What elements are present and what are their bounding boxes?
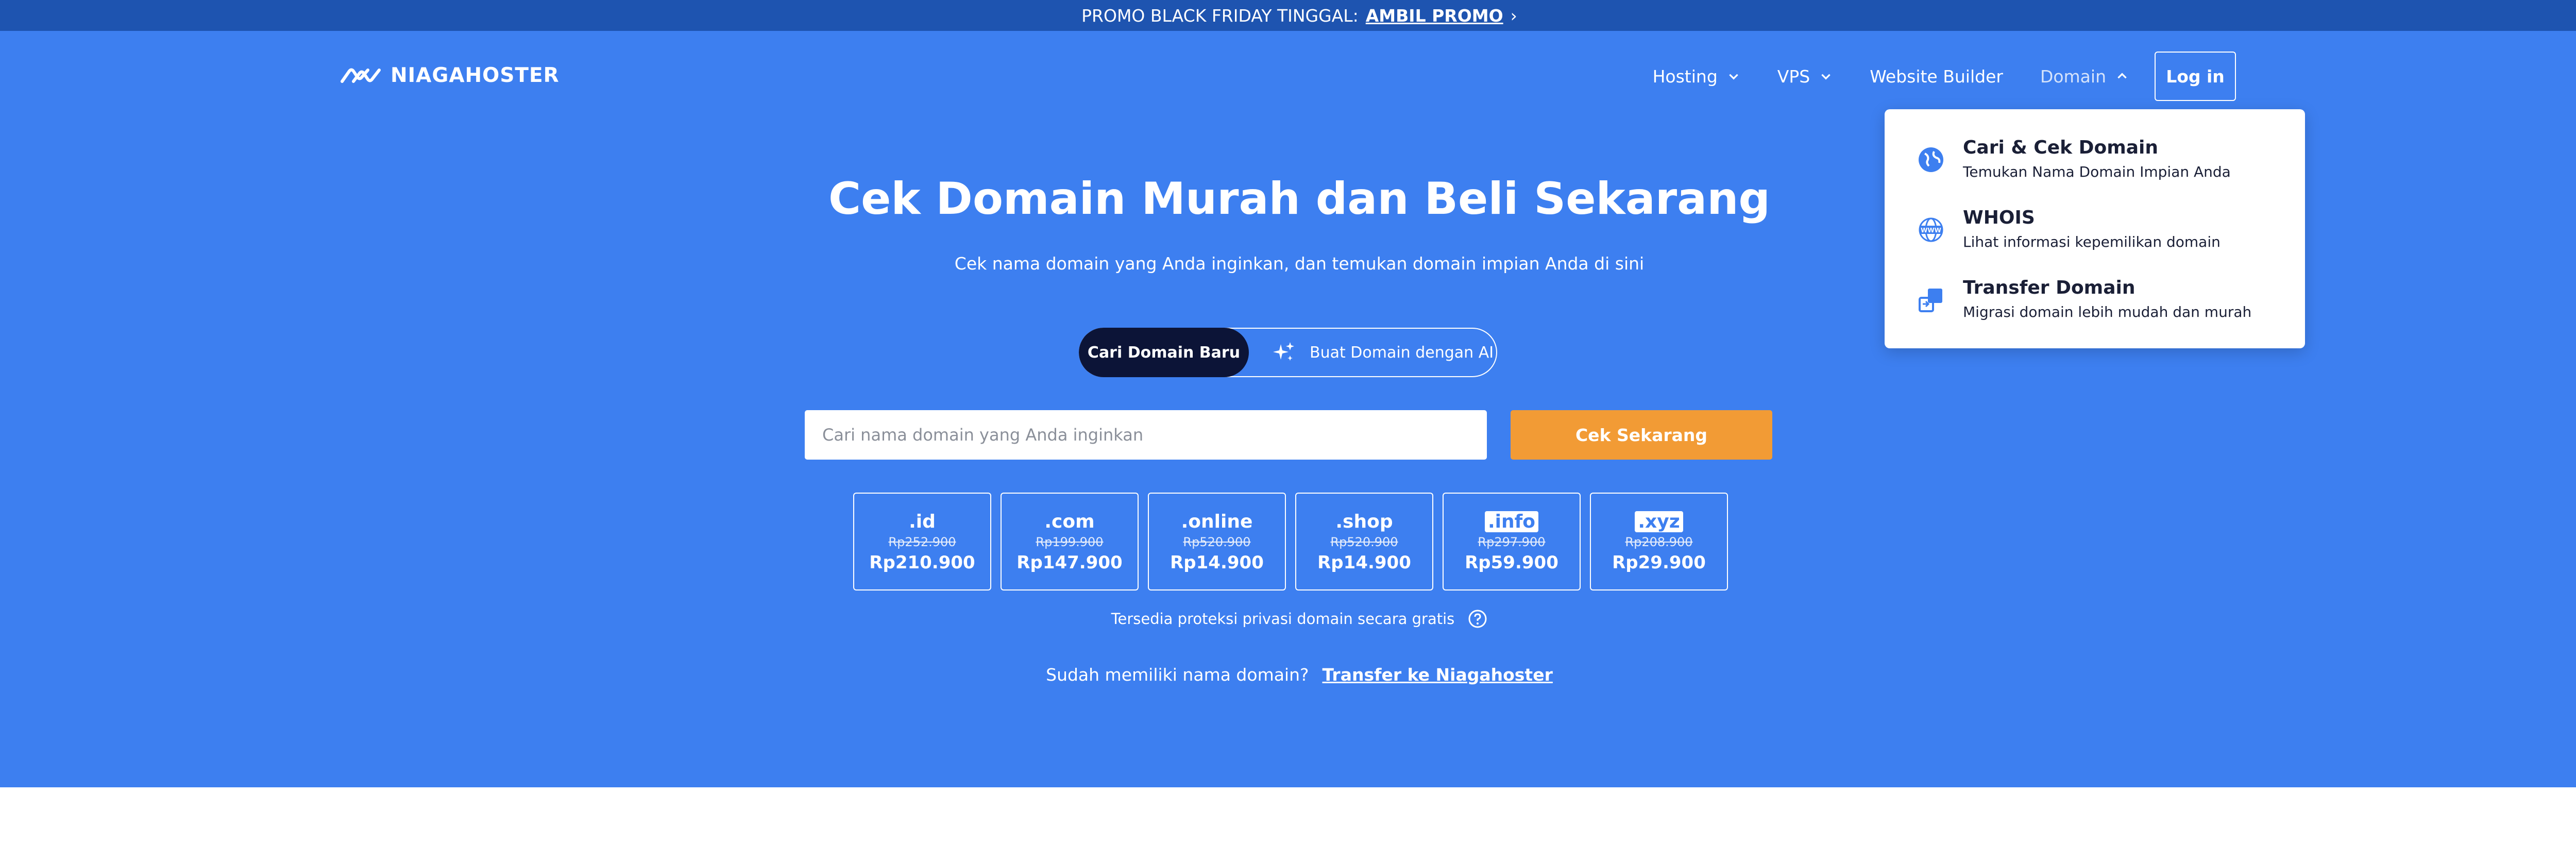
tld-card-info[interactable]: .info Rp297.900 Rp59.900: [1443, 493, 1581, 590]
tab-cari-domain-baru[interactable]: Cari Domain Baru: [1079, 328, 1249, 377]
tld-card-id[interactable]: .id Rp252.900 Rp210.900: [853, 493, 991, 590]
menu-item-transfer-domain[interactable]: Transfer Domain Migrasi domain lebih mud…: [1885, 274, 2305, 344]
tld-new-price: Rp147.900: [1016, 552, 1123, 573]
tld-card-xyz[interactable]: .xyz Rp208.900 Rp29.900: [1590, 493, 1728, 590]
chevron-right-icon[interactable]: ›: [1511, 6, 1517, 26]
niagahoster-logo-icon: [341, 68, 381, 83]
tld-name-text: .xyz: [1635, 511, 1683, 532]
logo[interactable]: NIAGAHOSTER: [340, 64, 560, 87]
promo-bar: PROMO BLACK FRIDAY TINGGAL: AMBIL PROMO …: [0, 0, 2576, 31]
nav-website-builder[interactable]: Website Builder: [1870, 66, 2003, 87]
tld-old-price: Rp520.900: [1330, 535, 1398, 549]
privacy-note: Tersedia proteksi privasi domain secara …: [0, 609, 2576, 629]
tld-card-online[interactable]: .online Rp520.900 Rp14.900: [1148, 493, 1286, 590]
domain-dropdown-menu: Cari & Cek Domain Temukan Nama Domain Im…: [1885, 109, 2305, 348]
tld-price-list: .id Rp252.900 Rp210.900 .com Rp199.900 R…: [853, 493, 1728, 590]
nav-label: Domain: [2040, 66, 2106, 87]
tld-name: .online: [1181, 511, 1253, 532]
help-icon[interactable]: [1468, 609, 1487, 629]
tld-old-price: Rp297.900: [1478, 535, 1546, 549]
main-nav: Hosting VPS Website Builder Domain Log i…: [1616, 52, 2236, 101]
svg-text:WWW: WWW: [1921, 227, 1941, 234]
nav-hosting[interactable]: Hosting: [1653, 66, 1740, 87]
chevron-down-icon: [1729, 74, 1738, 80]
tld-name: .shop: [1335, 511, 1393, 532]
tab-label: Buat Domain dengan AI: [1310, 343, 1494, 362]
cek-sekarang-button[interactable]: Cek Sekarang: [1511, 410, 1772, 460]
chevron-up-icon: [2117, 73, 2127, 79]
tld-name-text: .info: [1484, 511, 1539, 532]
nav-vps[interactable]: VPS: [1777, 66, 1833, 87]
tld-name: .com: [1044, 511, 1095, 532]
tld-old-price: Rp520.900: [1183, 535, 1251, 549]
tld-old-price: Rp208.900: [1625, 535, 1693, 549]
tld-card-shop[interactable]: .shop Rp520.900 Rp14.900: [1295, 493, 1433, 590]
tld-new-price: Rp14.900: [1317, 552, 1411, 573]
tld-name: .info: [1484, 510, 1539, 534]
page-title: Cek Domain Murah dan Beli Sekarang: [828, 173, 1770, 225]
tld-old-price: Rp199.900: [1036, 535, 1104, 549]
tld-card-com[interactable]: .com Rp199.900 Rp147.900: [1001, 493, 1139, 590]
nav-domain[interactable]: Domain: [2040, 66, 2129, 87]
transfer-note: Sudah memiliki nama domain? Transfer ke …: [0, 665, 2576, 685]
menu-item-desc: Migrasi domain lebih mudah dan murah: [1963, 303, 2252, 320]
logo-text: NIAGAHOSTER: [391, 64, 560, 87]
promo-link[interactable]: AMBIL PROMO: [1366, 6, 1503, 26]
tld-name: .id: [909, 511, 936, 532]
menu-item-title: Transfer Domain: [1963, 277, 2136, 298]
nav-label: Hosting: [1652, 66, 1718, 87]
search-mode-toggle: Cari Domain Baru Buat Domain dengan AI: [1079, 328, 1497, 377]
tld-name: .xyz: [1635, 510, 1683, 534]
menu-item-title: Cari & Cek Domain: [1963, 137, 2158, 158]
nav-label: Website Builder: [1870, 66, 2003, 87]
chevron-down-icon: [1821, 74, 1831, 80]
transfer-text: Sudah memiliki nama domain?: [1046, 665, 1309, 685]
sparkle-icon: [1273, 342, 1294, 361]
menu-item-desc: Lihat informasi kepemilikan domain: [1963, 233, 2221, 250]
tld-new-price: Rp210.900: [869, 552, 975, 573]
tld-old-price: Rp252.900: [888, 535, 956, 549]
domain-search-input[interactable]: [805, 410, 1487, 460]
transfer-icon: [1919, 289, 1942, 312]
page-subtitle: Cek nama domain yang Anda inginkan, dan …: [954, 254, 1645, 274]
tld-new-price: Rp14.900: [1170, 552, 1264, 573]
tab-buat-domain-ai[interactable]: Buat Domain dengan AI: [1272, 340, 1494, 365]
nav-label: VPS: [1777, 66, 1810, 87]
tld-new-price: Rp29.900: [1612, 552, 1706, 573]
transfer-link[interactable]: Transfer ke Niagahoster: [1323, 665, 1553, 685]
globe-icon: [1919, 147, 1943, 172]
promo-text: PROMO BLACK FRIDAY TINGGAL:: [1081, 5, 1359, 26]
privacy-text: Tersedia proteksi privasi domain secara …: [1111, 610, 1455, 628]
login-button[interactable]: Log in: [2155, 52, 2236, 101]
tld-new-price: Rp59.900: [1465, 552, 1558, 573]
